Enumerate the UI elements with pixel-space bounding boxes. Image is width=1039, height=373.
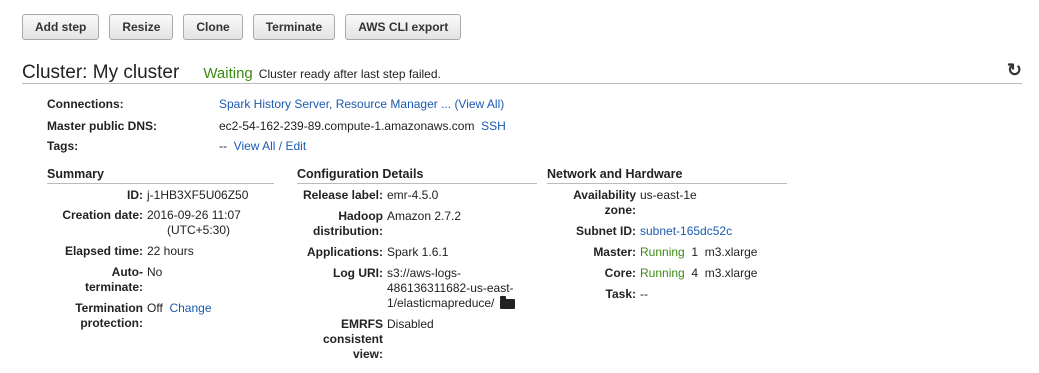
task-value: -- [640, 287, 648, 301]
master-label: Master: [593, 245, 636, 259]
creation-date-value: 2016-09-26 11:07 [147, 208, 241, 222]
termination-protection-change-link[interactable]: Change [169, 301, 211, 315]
elapsed-time-label: Elapsed time: [64, 244, 143, 258]
connections-label: Connections: [47, 97, 124, 111]
elapsed-time-value: 22 hours [147, 244, 194, 258]
core-label: Core: [604, 266, 636, 280]
summary-section: Summary ID: j-1HB3XF5U06Z50 Creation date… [47, 167, 274, 331]
tags-view-edit-link[interactable]: View All / Edit [234, 139, 306, 153]
hadoop-label: Hadoop distribution: [313, 209, 383, 238]
emrfs-value: Disabled [387, 317, 434, 331]
master-status: Running [640, 245, 685, 259]
network-title: Network and Hardware [547, 167, 787, 184]
connections-links[interactable]: Spark History Server, Resource Manager .… [219, 97, 451, 111]
refresh-icon[interactable]: ↻ [1007, 60, 1022, 81]
core-instance-type: m3.xlarge [704, 266, 758, 280]
aws-cli-export-button[interactable]: AWS CLI export [345, 14, 462, 40]
emrfs-label: EMRFS consistent view: [322, 317, 383, 361]
hadoop-value: Amazon 2.7.2 [387, 209, 462, 223]
availability-zone-label: Availability zone: [573, 188, 636, 217]
log-uri-value: s3://aws-logs- 486136311682-us-east- 1/ela… [387, 266, 516, 310]
header-divider [22, 83, 1022, 84]
status-message: Cluster ready after last step failed. [258, 67, 441, 81]
termination-protection-label: Termination protection: [75, 301, 143, 330]
toolbar: Add step Resize Clone Terminate AWS CLI … [22, 14, 462, 40]
configuration-title: Configuration Details [297, 167, 537, 184]
release-label: Release label: [302, 188, 383, 202]
summary-title: Summary [47, 167, 274, 184]
core-status: Running [640, 266, 685, 280]
auto-terminate-label: Auto-terminate: [84, 265, 143, 294]
connections-view-all-link[interactable]: (View All) [454, 97, 504, 111]
terminate-button[interactable]: Terminate [252, 14, 336, 40]
auto-terminate-value: No [147, 265, 163, 279]
creation-date-tz: (UTC+5:30) [167, 223, 231, 237]
subnet-id-label: Subnet ID: [576, 224, 636, 238]
network-section: Network and Hardware Availability zone: us… [547, 167, 787, 302]
tags-value: -- [219, 139, 227, 153]
resize-button[interactable]: Resize [109, 14, 174, 40]
ssh-link[interactable]: SSH [481, 119, 506, 133]
id-value: j-1HB3XF5U06Z50 [147, 188, 249, 202]
folder-icon[interactable] [500, 295, 516, 309]
availability-zone-value: us-east-1e [640, 188, 697, 202]
master-dns-value: ec2-54-162-239-89.compute-1.amazonaws.co… [219, 119, 475, 133]
tags-label: Tags: [47, 139, 79, 153]
master-instance-type: m3.xlarge [704, 245, 758, 259]
master-dns-label: Master public DNS: [47, 119, 158, 133]
core-count: 4 [691, 266, 699, 280]
creation-date-label: Creation date: [62, 208, 143, 222]
master-count: 1 [691, 245, 699, 259]
add-step-button[interactable]: Add step [22, 14, 100, 40]
task-label: Task: [605, 287, 636, 301]
configuration-section: Configuration Details Release label: emr-… [297, 167, 537, 362]
release-value: emr-4.5.0 [387, 188, 439, 202]
applications-label: Applications: [306, 245, 383, 259]
log-uri-label: Log URI: [333, 266, 383, 280]
cluster-header: Cluster: My cluster Waiting Cluster read… [22, 62, 441, 84]
status-badge: Waiting [203, 65, 253, 82]
clone-button[interactable]: Clone [183, 14, 243, 40]
id-label: ID: [127, 188, 143, 202]
subnet-id-link[interactable]: subnet-165dc52c [640, 224, 732, 238]
page-title: Cluster: My cluster [22, 62, 180, 83]
applications-value: Spark 1.6.1 [387, 245, 449, 259]
termination-protection-value: Off [147, 301, 163, 315]
